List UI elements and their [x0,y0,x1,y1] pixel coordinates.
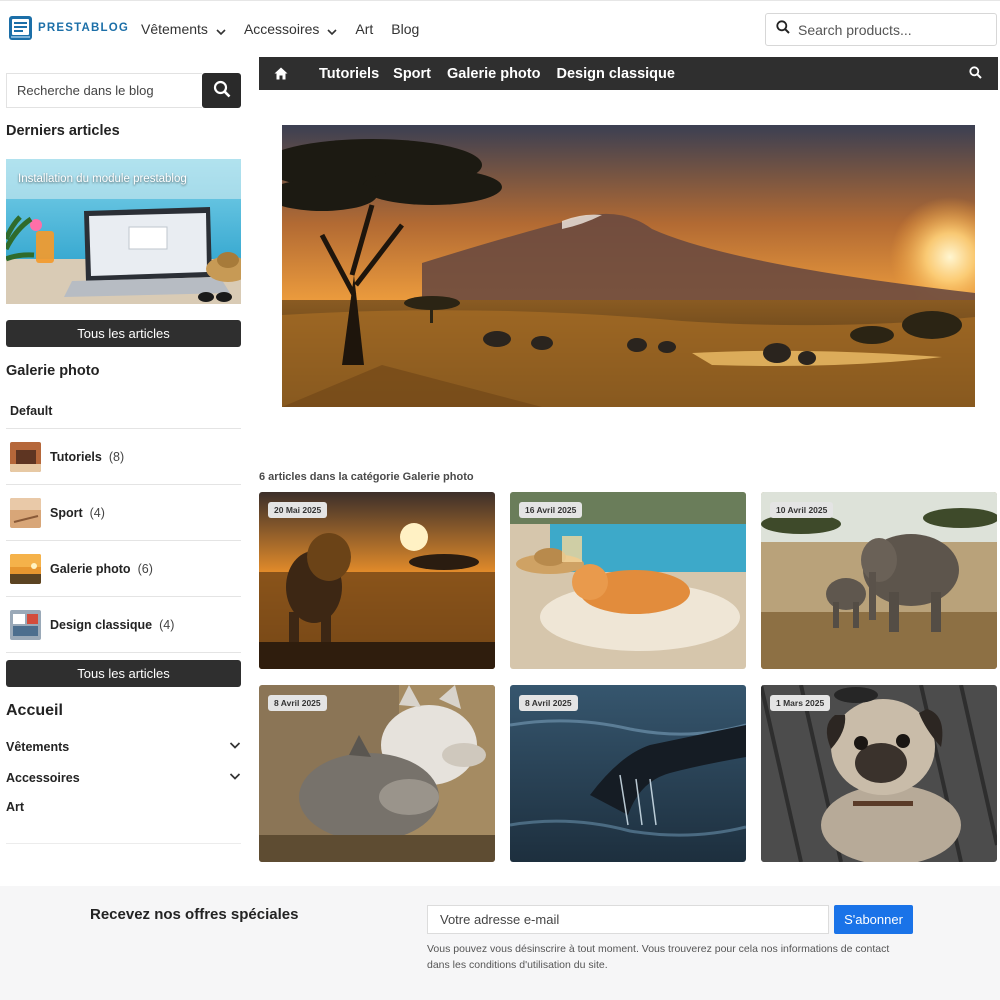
chevron-down-icon[interactable] [229,739,241,754]
nav-label: Accessoires [243,21,320,37]
article-card-cat[interactable]: 16 Avril 2025 [510,492,746,669]
category-count: (4) [89,505,105,520]
nav-label: Blog [391,21,420,37]
all-articles-button-2[interactable]: Tous les articles [6,660,241,687]
featured-article-caption: Installation du module prestablog [18,173,187,185]
menu-item-label: Art [6,800,25,814]
newsletter-title: Recevez nos offres spéciales [90,906,299,923]
article-date-badge: 16 Avril 2025 [519,502,583,518]
article-date-badge: 20 Mai 2025 [268,502,328,518]
article-card-lion[interactable]: 20 Mai 2025 [259,492,495,669]
article-card-pug[interactable]: 1 Mars 2025 [761,685,997,862]
article-count: 6 articles dans la catégorie Galerie pho… [259,471,474,483]
menu-item-label: Accessoires [6,770,80,785]
article-card-elephants[interactable]: 10 Avril 2025 [761,492,997,669]
article-date-badge: 8 Avril 2025 [268,695,327,711]
home-icon[interactable] [259,67,303,80]
category-name: Galerie photo [50,561,131,576]
featured-article-image[interactable]: Installation du module prestablog [6,159,241,304]
category-count: (6) [137,561,153,576]
category-hero-image [282,125,975,407]
menu-title-accueil[interactable]: Accueil [6,702,63,720]
category-default[interactable]: Default [10,404,52,418]
product-search [765,13,997,46]
sidebar-divider [6,843,241,844]
latest-articles-title: Derniers articles [6,123,120,139]
nav-item-vetements[interactable]: Vêtements [141,21,226,37]
nav-item-blog[interactable]: Blog [391,21,419,37]
logo-book-icon [8,15,33,41]
site-logo[interactable]: PRESTABLOG [8,15,129,41]
blog-search [6,73,241,108]
blog-search-button[interactable] [202,73,241,108]
subscribe-button[interactable]: S'abonner [834,905,913,934]
nav-label: Vêtements [141,21,208,37]
category-name: Tutoriels [50,449,102,464]
search-icon[interactable] [776,20,790,39]
category-name: Sport [50,505,83,520]
menu-item-accessoires[interactable]: Accessoires [6,770,241,785]
product-search-input[interactable] [798,21,988,38]
search-icon[interactable] [969,66,982,84]
chevron-down-icon [327,24,337,36]
article-card-whale[interactable]: 8 Avril 2025 [510,685,746,862]
article-date-badge: 1 Mars 2025 [770,695,831,711]
category-thumbnail [10,497,41,528]
chevron-down-icon [216,24,226,36]
nav-item-accessoires[interactable]: Accessoires [244,21,337,37]
category-tutoriels[interactable]: Tutoriels (8) [6,428,241,484]
blog-nav-tutoriels[interactable]: Tutoriels [319,66,379,82]
category-list: Tutoriels (8) Sport (4) Galerie photo (6… [6,428,241,653]
nav-label: Art [355,21,374,37]
blog-search-input[interactable] [6,73,202,108]
search-icon [213,80,231,101]
main-nav: Vêtements Accessoires Art Blog [141,21,437,37]
newsletter-section: Recevez nos offres spéciales S'abonner V… [0,886,1000,1000]
newsletter-note: Vous pouvez vous désinscrire à tout mome… [427,943,890,971]
blog-nav-galerie-photo[interactable]: Galerie photo [447,66,540,82]
site-header: PRESTABLOG Vêtements Accessoires Art Blo… [0,1,1000,57]
category-name: Design classique [50,617,153,632]
article-date-badge: 10 Avril 2025 [770,502,834,518]
chevron-down-icon[interactable] [229,770,241,785]
blog-nav-sport[interactable]: Sport [393,66,431,82]
all-articles-button[interactable]: Tous les articles [6,320,241,347]
article-date-badge: 8 Avril 2025 [519,695,578,711]
category-thumbnail [10,609,41,640]
nav-item-art[interactable]: Art [355,21,373,37]
category-count: (8) [108,449,125,464]
category-list-divider [6,652,241,653]
menu-item-vetements[interactable]: Vêtements [6,739,241,754]
blog-nav-design-classique[interactable]: Design classique [556,66,674,82]
category-thumbnail [10,553,41,584]
article-card-wolves[interactable]: 8 Avril 2025 [259,685,495,862]
category-thumbnail [10,441,41,472]
newsletter-email-input[interactable] [427,905,829,934]
menu-item-art[interactable]: Art [6,800,241,814]
gallery-title: Galerie photo [6,363,100,379]
logo-text: PRESTABLOG [38,22,130,34]
category-count: (4) [159,617,175,632]
category-sport[interactable]: Sport (4) [6,484,241,540]
menu-item-label: Vêtements [6,739,70,754]
category-design-classique[interactable]: Design classique (4) [6,596,241,652]
category-galerie-photo[interactable]: Galerie photo (6) [6,540,241,596]
blog-category-nav: Tutoriels Sport Galerie photo Design cla… [259,57,998,90]
